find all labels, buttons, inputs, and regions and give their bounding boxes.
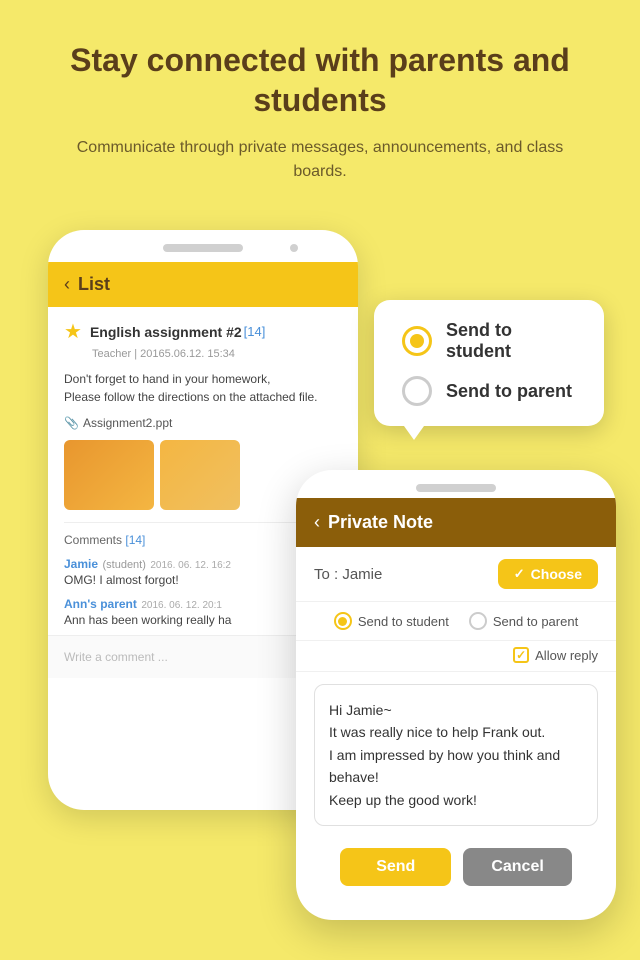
pb-post-header: ★ English assignment #2 [14] (64, 319, 342, 344)
pb-comment2-name: Ann's parent (64, 597, 137, 611)
pb-comment2-time: 2016. 06. 12. 20:1 (141, 600, 222, 611)
pb-comments-badge: [14] (125, 533, 145, 547)
send-options-tooltip: Send to student Send to parent (374, 300, 604, 426)
page-subtitle: Communicate through private messages, an… (60, 136, 580, 184)
pb-back-arrow-icon[interactable]: ‹ (64, 274, 70, 295)
pf-actions: Send Cancel (296, 838, 616, 902)
pb-attachment-name: Assignment2.ppt (83, 416, 172, 430)
phone-front: ‹ Private Note To : Jamie ✓ Choose Send … (296, 470, 616, 920)
pf-to-row: To : Jamie ✓ Choose (296, 547, 616, 602)
phone-back-camera (290, 244, 298, 252)
pf-radio-student-inner (338, 617, 347, 626)
pf-radio-parent-label: Send to parent (493, 614, 578, 629)
pb-post-body: Don't forget to hand in your homework, P… (64, 370, 342, 406)
pb-clip-icon: 📎 (64, 416, 79, 430)
pb-star-icon: ★ (64, 319, 82, 344)
pb-post-title: English assignment #2 (90, 324, 242, 340)
pb-image-2 (160, 440, 240, 510)
tooltip-student-label: Send to student (446, 320, 576, 362)
pf-checkbox-check-icon: ✓ (516, 648, 526, 662)
pb-topbar: ‹ List (48, 262, 358, 307)
pf-back-arrow-icon[interactable]: ‹ (314, 512, 320, 533)
pf-screen-title: Private Note (328, 512, 433, 533)
pb-image-1 (64, 440, 154, 510)
pf-choose-label: Choose (531, 566, 582, 582)
pf-radio-student-option[interactable]: Send to student (334, 612, 449, 630)
pf-message-area[interactable]: Hi Jamie~ It was really nice to help Fra… (314, 684, 598, 826)
pb-screen-title: List (78, 274, 110, 295)
radio-student-inner (410, 334, 424, 348)
pf-choose-button[interactable]: ✓ Choose (498, 559, 598, 589)
pb-post-badge: [14] (244, 324, 266, 339)
radio-parent-circle[interactable] (402, 376, 432, 406)
tooltip-parent-label: Send to parent (446, 381, 572, 402)
pf-to-label: To : Jamie (314, 566, 382, 583)
tooltip-option-parent[interactable]: Send to parent (402, 376, 576, 406)
pb-attachment: 📎 Assignment2.ppt (64, 416, 342, 430)
pf-radio-parent-circle[interactable] (469, 612, 487, 630)
phone-front-notch (416, 484, 496, 492)
pb-comment1-time: 2016. 06. 12. 16:2 (150, 560, 231, 571)
pb-body-line2: Please follow the directions on the atta… (64, 390, 318, 404)
pb-write-placeholder: Write a comment ... (64, 650, 168, 664)
tooltip-option-student[interactable]: Send to student (402, 320, 576, 362)
check-icon: ✓ (514, 566, 525, 582)
page-title: Stay connected with parents and students (60, 40, 580, 120)
radio-student-circle[interactable] (402, 326, 432, 356)
pf-cancel-button[interactable]: Cancel (463, 848, 571, 886)
phone-back-notch (163, 244, 243, 252)
pf-topbar: ‹ Private Note (296, 498, 616, 547)
pf-radio-student-label: Send to student (358, 614, 449, 629)
pb-comment1-name: Jamie (64, 557, 98, 571)
pf-options-row: Send to student Send to parent (296, 602, 616, 641)
pf-radio-student-circle[interactable] (334, 612, 352, 630)
pf-allow-label: Allow reply (535, 648, 598, 663)
pb-comment1-role: (student) (102, 559, 145, 571)
pb-post-meta: Teacher | 20165.06.12. 15:34 (92, 348, 342, 360)
pf-allow-checkbox[interactable]: ✓ (513, 647, 529, 663)
header-section: Stay connected with parents and students… (0, 0, 640, 204)
pf-body: To : Jamie ✓ Choose Send to student Send… (296, 547, 616, 902)
pf-allow-row: ✓ Allow reply (296, 641, 616, 672)
pf-radio-parent-option[interactable]: Send to parent (469, 612, 578, 630)
pb-body-line1: Don't forget to hand in your homework, (64, 372, 270, 386)
pf-send-button[interactable]: Send (340, 848, 451, 886)
